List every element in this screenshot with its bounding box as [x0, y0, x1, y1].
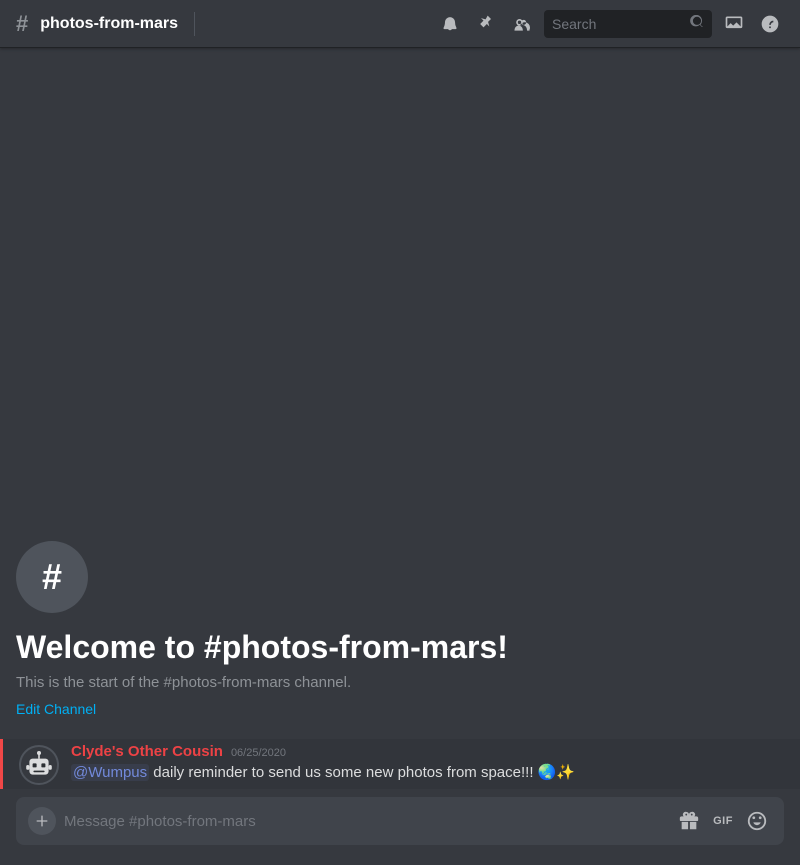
message-content: Clyde's Other Cousin 06/25/2020 @Wumpus …: [71, 743, 784, 785]
message-body: daily reminder to send us some new photo…: [149, 764, 575, 781]
welcome-section: # Welcome to #photos-from-mars! This is …: [0, 525, 800, 727]
channel-icon-circle: #: [16, 541, 88, 613]
edit-channel-link[interactable]: Edit Channel: [16, 701, 96, 717]
pinned-messages-icon[interactable]: [472, 10, 500, 38]
emoji-button[interactable]: [742, 806, 772, 836]
chat-area: # Welcome to #photos-from-mars! This is …: [0, 48, 800, 797]
message-timestamp: 06/25/2020: [231, 747, 286, 759]
mention-tag[interactable]: @Wumpus: [71, 764, 149, 781]
hash-icon: #: [16, 11, 28, 37]
table-row: Clyde's Other Cousin 06/25/2020 @Wumpus …: [0, 739, 800, 789]
gif-label: GIF: [713, 815, 733, 827]
notification-icon[interactable]: [436, 10, 464, 38]
message-input-area: GIF: [0, 797, 800, 865]
welcome-title: Welcome to #photos-from-mars!: [16, 629, 784, 666]
message-input-box: GIF: [16, 797, 784, 845]
add-attachment-button[interactable]: [28, 807, 56, 835]
main-content: # Welcome to #photos-from-mars! This is …: [0, 48, 800, 865]
header-actions: [436, 10, 784, 38]
gift-button[interactable]: [674, 806, 704, 836]
members-icon[interactable]: [508, 10, 536, 38]
search-bar[interactable]: [544, 10, 712, 38]
message-list: Clyde's Other Cousin 06/25/2020 @Wumpus …: [0, 727, 800, 797]
help-icon[interactable]: [756, 10, 784, 38]
avatar: [19, 745, 59, 785]
welcome-subtitle: This is the start of the #photos-from-ma…: [16, 674, 784, 691]
channel-hash-icon: #: [42, 559, 62, 595]
channel-header: # photos-from-mars: [0, 0, 800, 48]
message-text: @Wumpus daily reminder to send us some n…: [71, 762, 784, 783]
message-header: Clyde's Other Cousin 06/25/2020: [71, 743, 784, 760]
search-icon: [690, 15, 704, 32]
input-actions: GIF: [674, 806, 772, 836]
channel-name: photos-from-mars: [40, 15, 178, 33]
gif-button[interactable]: GIF: [708, 806, 738, 836]
header-divider: [194, 12, 195, 36]
inbox-icon[interactable]: [720, 10, 748, 38]
message-input[interactable]: [64, 799, 666, 844]
message-author[interactable]: Clyde's Other Cousin: [71, 743, 223, 760]
search-input[interactable]: [552, 16, 684, 32]
